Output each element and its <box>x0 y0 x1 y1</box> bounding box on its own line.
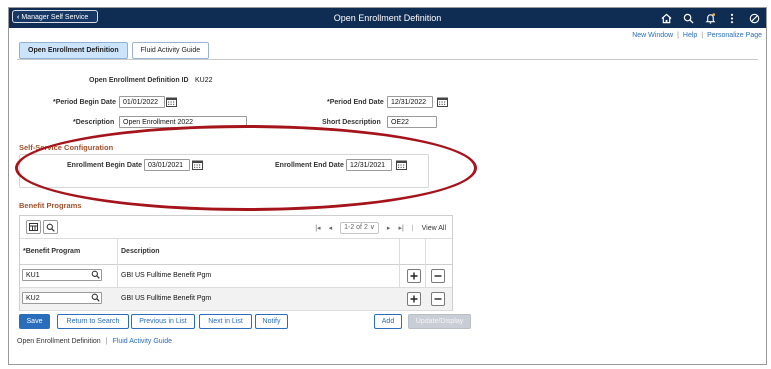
link-separator: | <box>105 338 108 345</box>
return-to-search-button[interactable]: Return to Search <box>57 314 129 329</box>
add-button[interactable]: Add <box>374 314 402 329</box>
link-separator: | <box>677 32 679 39</box>
column-header-benefit-program: *Benefit Program <box>23 248 81 255</box>
tab-open-enrollment-definition[interactable]: Open Enrollment Definition <box>19 42 128 59</box>
new-window-link[interactable]: New Window <box>632 32 673 39</box>
grid-header-row: *Benefit Program Description <box>20 239 452 265</box>
page-range-select[interactable]: 1-2 of 2 ∨ <box>340 222 379 234</box>
app-frame: ‹ Manager Self Service Open Enrollment De… <box>8 7 767 365</box>
footer-link-fluid-activity-guide[interactable]: Fluid Activity Guide <box>112 338 172 345</box>
next-page-icon[interactable]: ▸ <box>387 224 391 232</box>
benefit-program-input[interactable]: KU1 <box>22 269 102 281</box>
column-header-description: Description <box>121 248 160 255</box>
description-input[interactable]: Open Enrollment 2022 <box>119 116 247 128</box>
chevron-down-icon: ∨ <box>369 224 375 231</box>
enrollment-end-input[interactable]: 12/31/2021 <box>346 159 392 171</box>
home-icon[interactable] <box>660 12 672 24</box>
pager-separator: | <box>411 224 414 232</box>
self-service-section-title: Self-Service Configuration <box>19 143 114 152</box>
last-page-icon[interactable]: ▸| <box>398 224 403 232</box>
page-title: Open Enrollment Definition <box>333 13 442 23</box>
calendar-icon[interactable] <box>396 160 407 170</box>
benefit-program-description: GBI US Fulltime Benefit Pgm <box>121 272 212 279</box>
link-separator: | <box>701 32 704 39</box>
previous-page-icon[interactable]: ◂ <box>329 224 333 232</box>
save-button[interactable]: Save <box>19 314 50 329</box>
next-in-list-button[interactable]: Next in List <box>199 314 252 329</box>
period-begin-label: *Period Begin Date <box>53 99 117 106</box>
calendar-icon[interactable] <box>192 160 203 170</box>
calendar-icon[interactable] <box>166 97 177 107</box>
page-range-value: 1-2 of 2 <box>344 224 368 231</box>
period-end-input[interactable]: 12/31/2022 <box>387 96 433 108</box>
enrollment-end-label: Enrollment End Date <box>275 162 344 169</box>
table-row: KU2 GBI US Fulltime Benefit Pgm <box>20 288 452 311</box>
tab-fluid-activity-guide[interactable]: Fluid Activity Guide <box>131 42 210 59</box>
period-begin-input[interactable]: 01/01/2022 <box>119 96 165 108</box>
enrollment-begin-input[interactable]: 03/01/2021 <box>144 159 190 171</box>
period-end-label: *Period End Date <box>327 99 384 106</box>
short-description-input[interactable]: OE22 <box>387 116 437 128</box>
description-label: *Description <box>73 119 115 126</box>
lookup-search-icon[interactable] <box>91 293 100 304</box>
grid-search-icon[interactable] <box>43 220 58 234</box>
previous-in-list-button[interactable]: Previous in List <box>131 314 195 329</box>
add-row-icon[interactable] <box>407 269 421 283</box>
definition-id-label: Open Enrollment Definition ID <box>89 77 189 84</box>
grid-pager: |◂ ◂ 1-2 of 2 ∨ ▸ ▸| | View All <box>315 222 446 234</box>
notify-button[interactable]: Notify <box>255 314 288 329</box>
footer-link-open-enrollment-definition[interactable]: Open Enrollment Definition <box>17 338 101 345</box>
update-display-button: Update/Display <box>408 314 471 329</box>
short-description-label: Short Description <box>322 119 381 126</box>
delete-row-icon[interactable] <box>431 292 445 306</box>
search-icon[interactable] <box>682 12 694 24</box>
add-row-icon[interactable] <box>407 292 421 306</box>
lookup-search-icon[interactable] <box>91 270 100 281</box>
benefit-programs-title: Benefit Programs <box>19 201 82 210</box>
enrollment-begin-label: Enrollment Begin Date <box>67 162 143 169</box>
page-tabs: Open Enrollment Definition Fluid Activit… <box>19 42 210 59</box>
page-links: New Window | Help | Personalize Page <box>632 32 762 39</box>
personalize-grid-icon[interactable] <box>26 220 41 234</box>
benefit-program-description: GBI US Fulltime Benefit Pgm <box>121 295 212 302</box>
personalize-page-link[interactable]: Personalize Page <box>707 32 762 39</box>
top-navigation-bar: ‹ Manager Self Service Open Enrollment De… <box>9 8 766 28</box>
definition-id-value: KU22 <box>195 77 213 84</box>
calendar-icon[interactable] <box>437 97 448 107</box>
tab-divider <box>17 59 758 60</box>
navbar-icon[interactable] <box>748 12 760 24</box>
help-link[interactable]: Help <box>683 32 697 39</box>
view-all-link[interactable]: View All <box>422 225 446 232</box>
benefit-program-input[interactable]: KU2 <box>22 292 102 304</box>
notification-bell-icon[interactable] <box>704 12 716 24</box>
header-actions <box>660 11 760 25</box>
first-page-icon[interactable]: |◂ <box>315 224 320 232</box>
delete-row-icon[interactable] <box>431 269 445 283</box>
more-actions-icon[interactable] <box>726 12 738 24</box>
footer-links: Open Enrollment Definition | Fluid Activit… <box>17 338 172 345</box>
benefit-programs-grid: |◂ ◂ 1-2 of 2 ∨ ▸ ▸| | View All *Benefit… <box>19 215 453 311</box>
grid-toolbar: |◂ ◂ 1-2 of 2 ∨ ▸ ▸| | View All <box>20 216 452 239</box>
table-row: KU1 GBI US Fulltime Benefit Pgm <box>20 265 452 288</box>
